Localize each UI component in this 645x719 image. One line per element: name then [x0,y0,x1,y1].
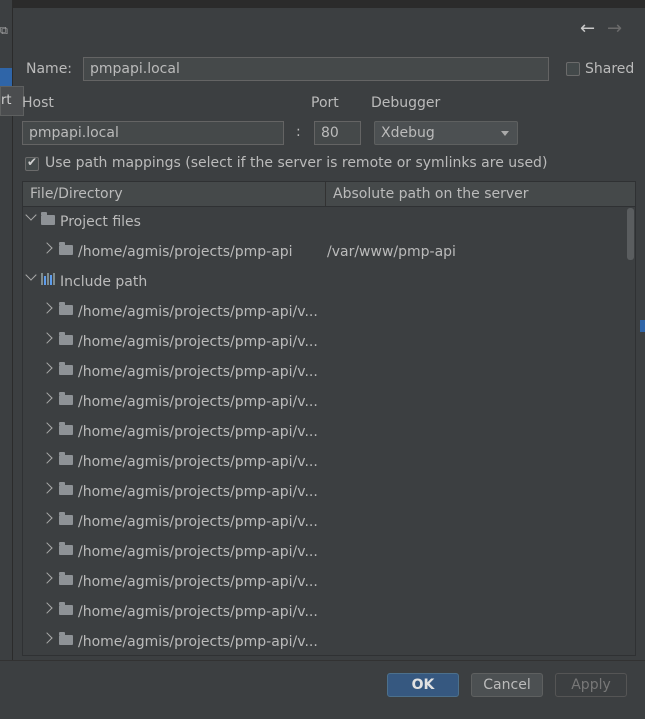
chevron-right-icon[interactable] [41,302,53,314]
table-row[interactable]: /home/agmis/projects/pmp-api/v... [23,477,623,507]
shared-checkbox[interactable] [566,62,580,76]
chevron-right-icon[interactable] [41,422,53,434]
table-row[interactable]: /home/agmis/projects/pmp-api/v... [23,297,623,327]
folder-icon [59,632,73,645]
folder-icon [41,212,55,225]
chevron-right-icon[interactable] [41,332,53,344]
chevron-right-icon[interactable] [41,602,53,614]
chevron-right-icon[interactable] [41,452,53,464]
apply-button[interactable]: Apply [555,673,627,697]
folder-icon [59,482,73,495]
debugger-select-value: Xdebug [381,125,435,141]
ok-button[interactable]: OK [387,673,459,697]
tree-group-label: Include path [60,274,148,290]
dialog-button-bar [0,660,645,719]
folder-icon [59,542,73,555]
table-row[interactable]: /home/agmis/projects/pmp-api/v... [23,567,623,597]
cancel-button[interactable]: Cancel [471,673,543,697]
tree-group-project-files[interactable]: Project files [23,207,623,237]
local-path: /home/agmis/projects/pmp-api/v... [78,484,318,500]
table-row[interactable]: /home/agmis/projects/pmp-api/v... [23,537,623,567]
host-port-separator: : [296,124,301,140]
local-path: /home/agmis/projects/pmp-api/v... [78,334,318,350]
path-mappings-checkbox[interactable] [25,155,39,171]
table-row[interactable]: /home/agmis/projects/pmp-api/v... [23,447,623,477]
arrow-left-icon[interactable]: ← [580,18,595,39]
tree-group-label: Project files [60,214,141,230]
folder-icon [59,332,73,345]
column-header-server-path[interactable]: Absolute path on the server [326,182,529,206]
chevron-right-icon[interactable] [41,482,53,494]
table-row[interactable]: /home/agmis/projects/pmp-api/v... [23,597,623,627]
table-header: File/Directory Absolute path on the serv… [23,182,635,207]
chevron-right-icon[interactable] [41,572,53,584]
table-row[interactable]: /home/agmis/projects/pmp-api/v... [23,387,623,417]
folder-icon [59,512,73,525]
table-row[interactable]: /home/agmis/projects/pmp-api/v... [23,417,623,447]
table-row[interactable]: /home/agmis/projects/pmp-api/v... [23,507,623,537]
folder-icon [59,422,73,435]
window-icon: ⧉ [0,24,8,37]
host-label: Host [22,95,54,111]
folder-icon [59,302,73,315]
background-highlight [640,320,645,332]
local-path: /home/agmis/projects/pmp-api/v... [78,394,318,410]
tooltip: rt [0,86,24,116]
port-label: Port [311,95,339,111]
path-mappings-label: Use path mappings (select if the server … [45,155,548,171]
table-row[interactable]: /home/agmis/projects/pmp-api/v... [23,327,623,357]
name-field[interactable]: pmpapi.local [83,57,549,81]
folder-icon [59,572,73,585]
debugger-select[interactable]: Xdebug [374,121,518,145]
host-field[interactable]: pmpapi.local [22,121,284,145]
table-row[interactable]: /home/agmis/projects/pmp-api/v... [23,627,623,655]
path-mappings-table[interactable]: File/Directory Absolute path on the serv… [22,181,636,656]
table-row[interactable]: /home/agmis/projects/pmp-api/v... [23,357,623,387]
local-path: /home/agmis/projects/pmp-api/v... [78,574,318,590]
arrow-right-icon[interactable]: → [607,18,622,39]
local-path: /home/agmis/projects/pmp-api/v... [78,604,318,620]
local-path: /home/agmis/projects/pmp-api/v... [78,424,318,440]
table-row[interactable]: /home/agmis/projects/pmp-api /var/www/pm… [23,237,623,267]
chevron-right-icon[interactable] [41,632,53,644]
chevron-right-icon[interactable] [41,392,53,404]
local-path: /home/agmis/projects/pmp-api/v... [78,634,318,650]
chevron-right-icon[interactable] [41,512,53,524]
column-header-file[interactable]: File/Directory [23,182,123,206]
chevron-right-icon[interactable] [41,362,53,374]
folder-icon [59,602,73,615]
folder-icon [59,362,73,375]
local-path: /home/agmis/projects/pmp-api/v... [78,514,318,530]
chevron-right-icon[interactable] [41,242,53,254]
local-path: /home/agmis/projects/pmp-api/v... [78,454,318,470]
chevron-down-icon [501,131,509,136]
port-field[interactable]: 80 [314,121,361,145]
debugger-label: Debugger [371,95,441,111]
window-top-edge [0,0,645,8]
table-scrollbar[interactable] [627,208,634,260]
tree-group-include-path[interactable]: Include path [23,267,623,297]
name-label: Name: [26,61,73,77]
local-path: /home/agmis/projects/pmp-api/v... [78,364,318,380]
chevron-down-icon[interactable] [25,269,37,281]
local-path: /home/agmis/projects/pmp-api [78,244,293,260]
chevron-right-icon[interactable] [41,542,53,554]
server-path[interactable]: /var/www/pmp-api [327,237,456,267]
chevron-down-icon[interactable] [25,209,37,221]
shared-label: Shared [585,61,635,77]
local-path: /home/agmis/projects/pmp-api/v... [78,304,318,320]
local-path: /home/agmis/projects/pmp-api/v... [78,544,318,560]
folder-icon [59,452,73,465]
library-icon [41,273,55,285]
selection-highlight [0,68,12,86]
folder-icon [59,392,73,405]
folder-icon [59,242,73,255]
